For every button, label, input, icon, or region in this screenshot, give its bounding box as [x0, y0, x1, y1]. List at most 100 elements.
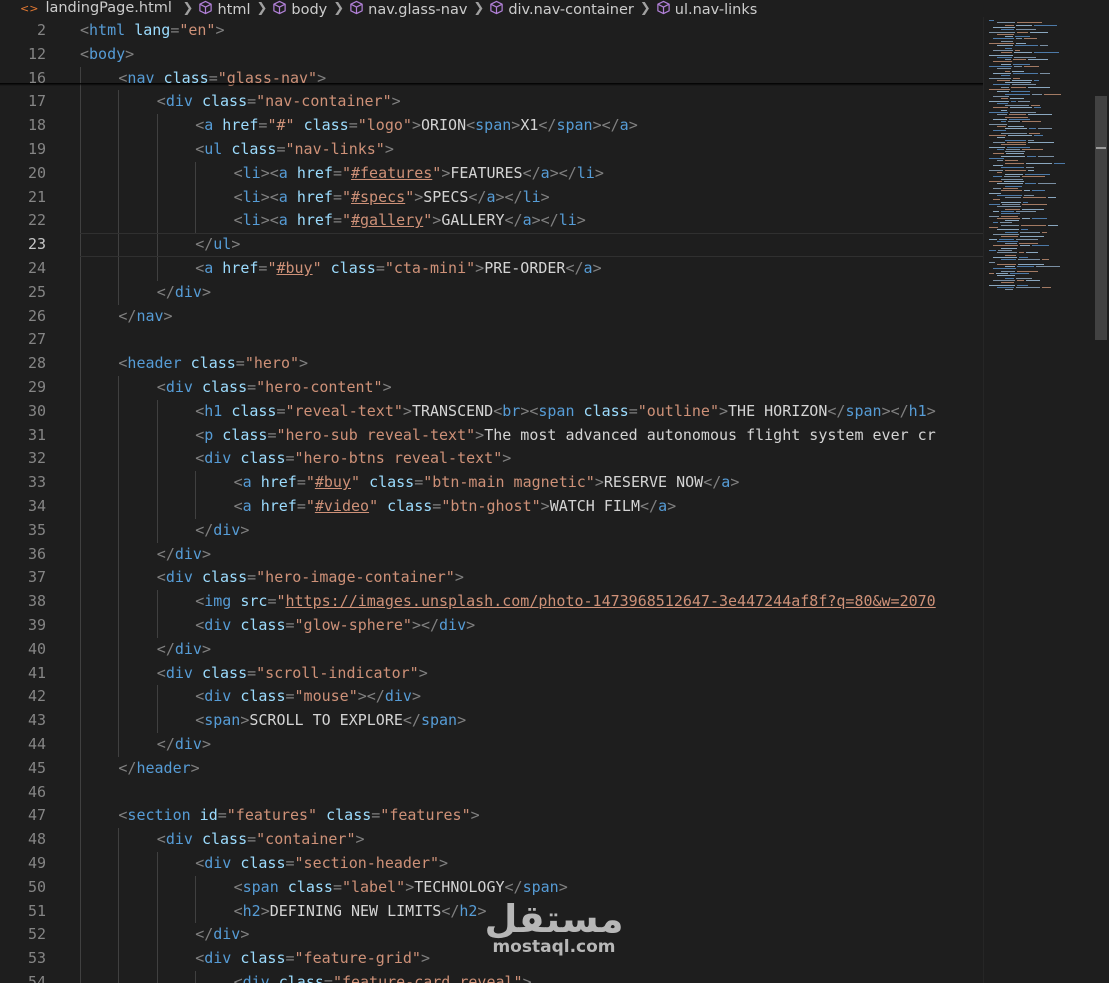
punctuation: </ — [468, 187, 487, 206]
punctuation: > — [454, 568, 464, 587]
watermark-latin: mostaql.com — [492, 937, 616, 957]
code-line[interactable]: 41 <div class="scroll-indicator"> — [0, 662, 983, 686]
code-line[interactable]: 46 — [0, 781, 983, 805]
code-line[interactable]: 24 <a href="#buy" class="cta-mini">PRE-OR… — [0, 257, 983, 281]
tag-name: div — [165, 92, 193, 111]
link-text[interactable]: #video — [315, 497, 369, 515]
code-editor[interactable]: 2 <html lang="en"> 12 <body> 16 <nav class="g… — [0, 17, 983, 983]
breadcrumb-item[interactable]: nav.glass-nav — [349, 0, 467, 17]
code-line[interactable]: 26 </nav> — [0, 305, 983, 329]
chevron-right-icon: ❯ — [473, 1, 485, 16]
minimap-line — [1005, 169, 1026, 171]
code-line[interactable]: 42 <div class="mouse"></div> — [0, 685, 983, 709]
code-line[interactable]: 25 </div> — [0, 281, 983, 305]
code-line[interactable]: 33 <a href="#buy" class="btn-main magneti… — [0, 471, 983, 495]
breadcrumb-item[interactable]: body — [272, 0, 327, 17]
code-line[interactable]: 40 </div> — [0, 638, 983, 662]
minimap-line — [1001, 63, 1011, 65]
code-line[interactable]: 38 <img src="https://images.unsplash.com/… — [0, 590, 983, 614]
link-text[interactable]: #buy — [276, 259, 312, 277]
code-line[interactable]: 37 <div class="hero-image-container"> — [0, 566, 983, 590]
punctuation: < — [233, 163, 243, 182]
minimap-line — [1005, 197, 1021, 199]
punctuation: </ — [156, 544, 175, 563]
string-literal: " — [351, 473, 361, 492]
minimap-line — [1026, 279, 1040, 281]
code-line[interactable]: 47 <section id="features" class="features… — [0, 804, 983, 828]
minimap[interactable] — [983, 17, 1093, 983]
minimap-line — [1005, 139, 1026, 141]
tag-name: li — [558, 211, 577, 230]
line-number: 39 — [27, 616, 46, 634]
minimap-line — [1023, 197, 1046, 199]
line-number: 27 — [27, 330, 46, 349]
string-literal: " — [312, 259, 322, 277]
link-text[interactable]: #specs — [351, 188, 405, 206]
code-line[interactable]: 44 </div> — [0, 733, 983, 757]
line-number: 30 — [27, 401, 46, 420]
code-line[interactable]: 35 </div> — [0, 519, 983, 543]
scrollbar-thumb[interactable] — [1095, 96, 1107, 340]
breadcrumb-file[interactable]: <> landingPage.html — [0, 0, 172, 17]
code-line[interactable]: 20 <li><a href="#features">FEATURES</a></… — [0, 162, 983, 186]
code-line[interactable]: 32 <div class="hero-btns reveal-text"> — [0, 447, 983, 471]
code-line[interactable]: 45 </header> — [0, 757, 983, 781]
link-text[interactable]: https://images.unsplash.com/photo-147396… — [286, 592, 936, 610]
code-line[interactable]: 39 <div class="glow-sphere"></div> — [0, 614, 983, 638]
minimap-line — [1022, 208, 1044, 210]
code-line[interactable]: 17 <div class="nav-container"> — [0, 90, 983, 114]
punctuation: > — [411, 687, 421, 706]
code-line[interactable]: 30 <h1 class="reveal-text">TRANSCEND<br><… — [0, 400, 983, 424]
line-number: 42 — [27, 687, 46, 706]
code-line[interactable]: 23 </ul> — [0, 233, 983, 257]
breadcrumb-item[interactable]: div.nav-container — [489, 0, 634, 17]
code-text: <div class="glow-sphere"></div> — [195, 614, 475, 638]
code-line[interactable]: 2 <html lang="en"> — [0, 19, 983, 43]
code-line[interactable]: 49 <div class="section-header"> — [0, 852, 983, 876]
punctuation: < — [233, 973, 243, 983]
breadcrumb-item[interactable]: ul.nav-links — [656, 0, 757, 17]
code-line[interactable]: 28 <header class="hero"> — [0, 352, 983, 376]
line-number: 25 — [27, 282, 46, 301]
minimap-line — [993, 38, 1014, 40]
code-line[interactable]: 27 — [0, 328, 983, 352]
code-line[interactable]: 36 </div> — [0, 543, 983, 567]
code-line[interactable]: 43 <span>SCROLL TO EXPLORE</span> — [0, 709, 983, 733]
code-line[interactable]: 19 <ul class="nav-links"> — [0, 138, 983, 162]
minimap-line — [989, 261, 995, 263]
code-line[interactable]: 34 <a href="#video" class="btn-ghost">WAT… — [0, 495, 983, 519]
code-line[interactable]: 21 <li><a href="#specs">SPECS</a></li> — [0, 186, 983, 210]
minimap-line — [1010, 112, 1036, 113]
punctuation: > — [402, 401, 412, 420]
link-text[interactable]: #features — [351, 164, 432, 182]
code-line[interactable]: 31 <p class="hero-sub reveal-text">The mo… — [0, 424, 983, 448]
watermark-arabic: مستقل — [484, 897, 624, 941]
punctuation: ></ — [357, 687, 385, 706]
punctuation: = — [332, 877, 342, 896]
code-text: </div> — [157, 543, 211, 567]
punctuation: > — [355, 830, 365, 849]
code-line[interactable]: 29 <div class="hero-content"> — [0, 376, 983, 400]
code-line[interactable]: 54 <div class="feature-card reveal"> — [0, 971, 983, 983]
tag-name: div — [213, 925, 241, 944]
minimap-line — [993, 153, 1004, 155]
string-literal: "hero-btns reveal-text" — [294, 449, 503, 468]
attribute-name: class — [201, 568, 248, 587]
code-line[interactable]: 16 <nav class="glass-nav"> — [0, 67, 983, 91]
minimap-line — [997, 56, 1012, 58]
link-text[interactable]: #gallery — [351, 211, 423, 229]
tag-name: a — [486, 187, 496, 206]
minimap-line — [1048, 224, 1058, 226]
tag-name: div — [204, 949, 232, 968]
link-text[interactable]: #buy — [315, 473, 351, 491]
tag-name: div — [174, 639, 202, 658]
code-line[interactable]: 12 <body> — [0, 43, 983, 67]
minimap-line — [1023, 201, 1028, 203]
code-line[interactable]: 18 <a href="#" class="logo">ORION<span>X1… — [0, 114, 983, 138]
minimap-line — [993, 107, 1008, 109]
breadcrumb-item[interactable]: html — [198, 0, 250, 17]
tag-name: header — [136, 758, 191, 777]
code-line[interactable]: 22 <li><a href="#gallery">GALLERY</a></li… — [0, 209, 983, 233]
vertical-scrollbar[interactable] — [1093, 17, 1109, 983]
code-line[interactable]: 48 <div class="container"> — [0, 828, 983, 852]
